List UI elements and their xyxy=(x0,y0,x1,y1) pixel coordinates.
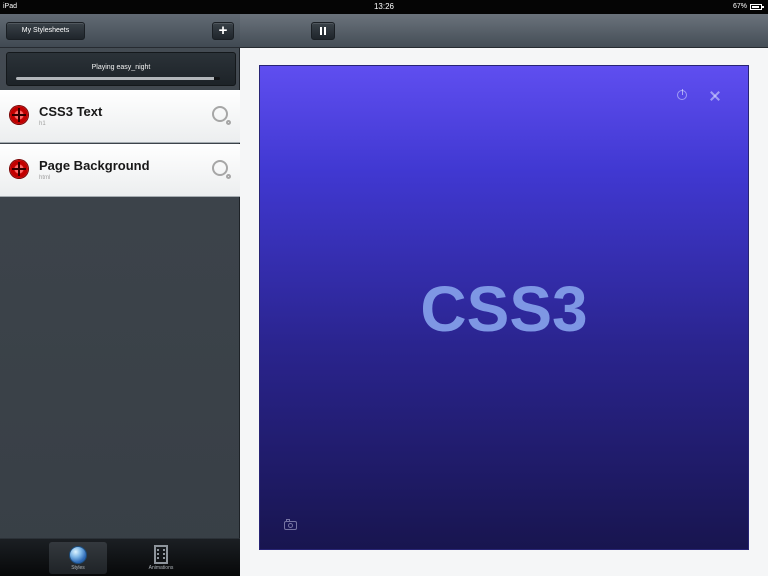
bottom-tabbar: Styles Animations xyxy=(0,538,240,576)
pause-button[interactable] xyxy=(311,22,335,40)
fullscreen-icon[interactable] xyxy=(710,91,720,101)
add-style-button[interactable]: + xyxy=(212,22,234,40)
tab-animations[interactable]: Animations xyxy=(132,542,190,574)
style-list: CSS3 Text h1 Page Background html xyxy=(0,90,240,197)
camera-icon[interactable] xyxy=(284,519,297,530)
power-icon[interactable] xyxy=(677,89,687,100)
playback-status-text: Playing easy_night xyxy=(91,64,151,71)
preview-heading: CSS3 xyxy=(420,273,588,345)
playback-panel: Playing easy_night xyxy=(6,52,236,86)
sidebar-toolbar: My Stylesheets + xyxy=(0,14,240,48)
film-icon xyxy=(154,545,168,564)
globe-icon xyxy=(69,546,87,564)
battery-icon xyxy=(750,4,764,10)
ipad-screen: iPad 13:26 67% My Stylesheets + Playing … xyxy=(0,0,768,576)
battery-percentage: 67% xyxy=(732,3,747,10)
pause-icon xyxy=(320,27,322,35)
playback-progress-bar[interactable] xyxy=(16,77,220,80)
style-title: CSS3 Text xyxy=(39,104,103,119)
style-selector: html xyxy=(39,175,51,181)
tab-label: Styles xyxy=(71,565,85,571)
record-icon[interactable] xyxy=(10,160,28,178)
style-row-page-background[interactable]: Page Background html xyxy=(0,144,240,197)
settings-icon[interactable] xyxy=(212,160,231,179)
settings-icon[interactable] xyxy=(212,106,231,125)
tab-label: Animations xyxy=(148,565,174,571)
my-stylesheets-button[interactable]: My Stylesheets xyxy=(6,22,85,40)
status-time: 13:26 xyxy=(373,2,395,11)
playback-progress-fill xyxy=(16,77,214,80)
style-selector: h1 xyxy=(39,121,46,127)
tab-styles[interactable]: Styles xyxy=(49,542,107,574)
css3-preview-canvas[interactable]: CSS3 xyxy=(259,65,749,550)
sidebar: My Stylesheets + Playing easy_night CSS3… xyxy=(0,14,240,576)
style-row-css3-text[interactable]: CSS3 Text h1 xyxy=(0,90,240,143)
preview-area: CSS3 xyxy=(240,48,768,576)
main-toolbar xyxy=(240,14,768,48)
battery-status: 67% xyxy=(732,0,764,14)
status-bar: iPad 13:26 67% xyxy=(0,0,768,14)
style-title: Page Background xyxy=(39,158,150,173)
record-icon[interactable] xyxy=(10,106,28,124)
